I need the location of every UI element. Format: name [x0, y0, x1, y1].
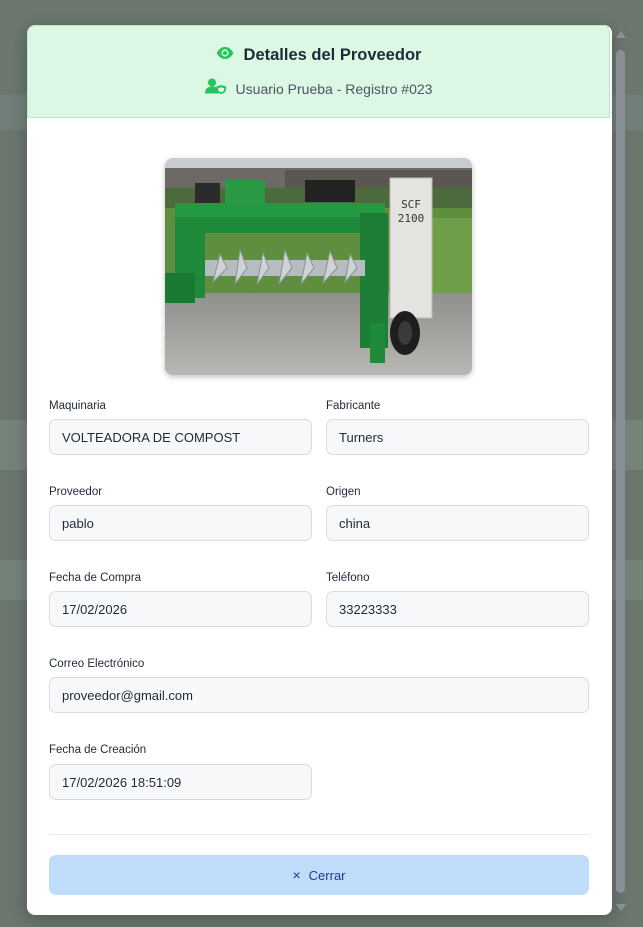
scrollbar-thumb[interactable]	[616, 50, 625, 893]
modal-title: Detalles del Proveedor	[243, 46, 422, 64]
machinery-photo: SCF 2100	[165, 158, 472, 375]
correo-field[interactable]: proveedor@gmail.com	[49, 677, 589, 713]
modal-scrollbar[interactable]	[612, 25, 629, 915]
footer-divider	[49, 834, 589, 835]
fecha-compra-field[interactable]: 17/02/2026	[49, 591, 312, 627]
origen-field[interactable]: china	[326, 505, 589, 541]
telefono-field[interactable]: 33223333	[326, 591, 589, 627]
user-shield-icon	[204, 78, 227, 99]
eye-icon	[216, 46, 234, 65]
svg-text:2100: 2100	[398, 212, 425, 225]
fabricante-label: Fabricante	[326, 400, 381, 412]
modal-header: Detalles del Proveedor Usuario Prueba - …	[27, 25, 610, 118]
provider-details-modal: Detalles del Proveedor Usuario Prueba - …	[27, 25, 612, 915]
origen-label: Origen	[326, 486, 361, 498]
close-button[interactable]: × Cerrar	[49, 855, 589, 895]
scroll-up-arrow-icon[interactable]	[616, 31, 626, 38]
modal-subtitle: Usuario Prueba - Registro #023	[235, 80, 433, 97]
fecha-compra-label: Fecha de Compra	[49, 572, 142, 584]
close-icon: ×	[292, 867, 301, 883]
header-subtitle-row: Usuario Prueba - Registro #023	[28, 78, 609, 99]
telefono-label: Teléfono	[326, 572, 370, 584]
proveedor-label: Proveedor	[49, 486, 103, 498]
close-button-label: Cerrar	[308, 867, 346, 883]
header-title-row: Detalles del Proveedor	[28, 46, 609, 65]
scroll-down-arrow-icon[interactable]	[616, 904, 626, 911]
maquinaria-field[interactable]: VOLTEADORA DE COMPOST	[49, 419, 312, 455]
fecha-creacion-field[interactable]: 17/02/2026 18:51:09	[49, 764, 312, 800]
svg-text:SCF: SCF	[401, 198, 421, 211]
proveedor-field[interactable]: pablo	[49, 505, 312, 541]
fabricante-field[interactable]: Turners	[326, 419, 589, 455]
maquinaria-label: Maquinaria	[49, 400, 106, 412]
fecha-creacion-label: Fecha de Creación	[49, 744, 147, 756]
correo-label: Correo Electrónico	[49, 658, 145, 670]
